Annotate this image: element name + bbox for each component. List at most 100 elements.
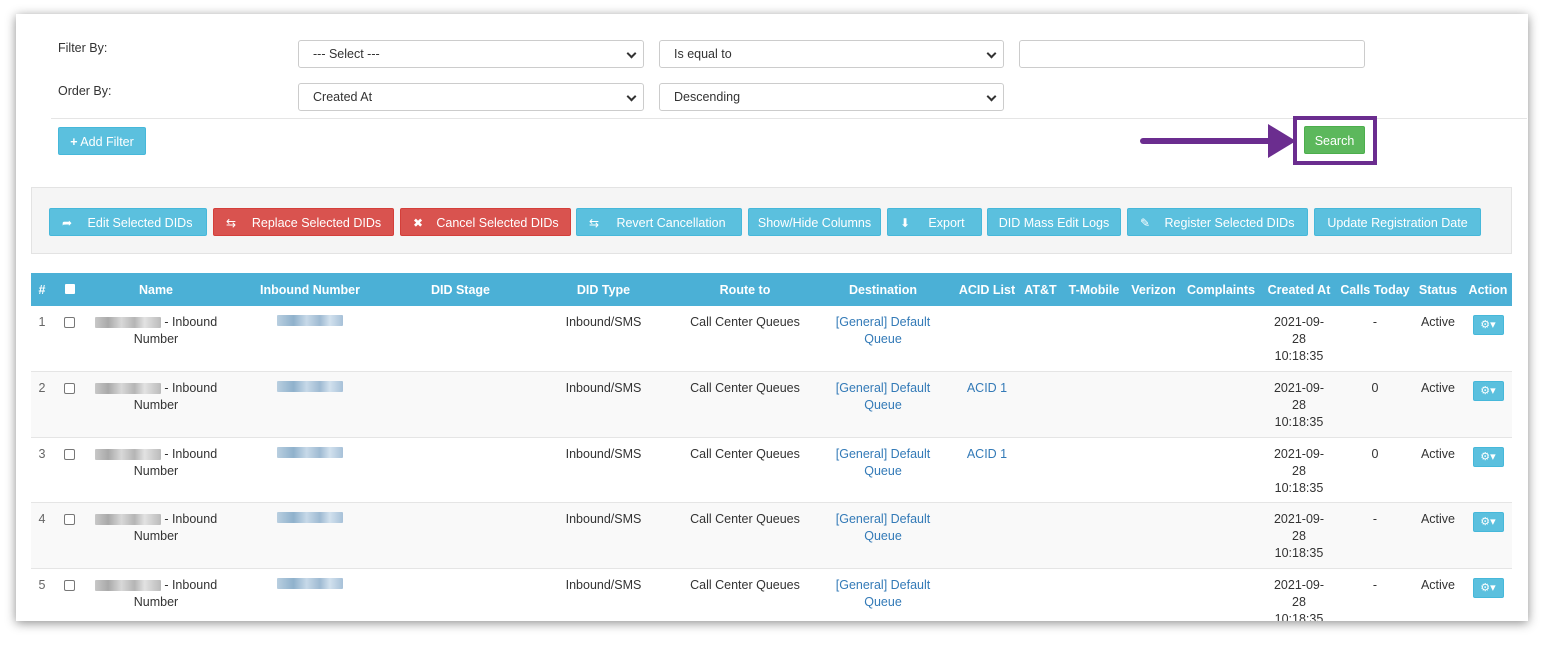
row-name: - Inbound Number	[86, 568, 226, 621]
row-action-button[interactable]: ⚙▾	[1472, 381, 1504, 401]
caret-down-icon: ▾	[1490, 319, 1496, 331]
row-inbound-number[interactable]	[226, 306, 394, 372]
filter-value-input[interactable]	[1019, 40, 1365, 68]
row-acid-list[interactable]	[956, 503, 1018, 569]
col-header-inbound-number[interactable]: Inbound Number	[226, 273, 394, 306]
filter-operator-select[interactable]: Is equal to	[659, 40, 1004, 68]
edit-selected-dids-button[interactable]: ➦ Edit Selected DIDs	[49, 208, 207, 236]
destination-link[interactable]: [General] Default Queue	[836, 447, 931, 478]
replace-selected-dids-button[interactable]: ⇆ Replace Selected DIDs	[213, 208, 394, 236]
table-row: 2 - Inbound Number Inbound/SMS Call Cente…	[31, 371, 1512, 438]
row-action[interactable]: ⚙▾	[1464, 503, 1512, 569]
col-header-select-all[interactable]	[53, 273, 86, 306]
col-header-status[interactable]: Status	[1412, 273, 1464, 306]
add-filter-button[interactable]: + Add Filter	[58, 127, 146, 155]
chevron-down-icon	[986, 91, 997, 102]
col-header-name[interactable]: Name	[86, 273, 226, 306]
row-tmobile	[1063, 306, 1125, 372]
replace-selected-dids-label: Replace Selected DIDs	[251, 216, 382, 230]
col-header-acid-list[interactable]: ACID List	[956, 273, 1018, 306]
row-checkbox[interactable]	[64, 448, 75, 460]
row-inbound-number[interactable]	[226, 437, 394, 503]
row-action-button[interactable]: ⚙▾	[1472, 577, 1504, 598]
destination-link[interactable]: [General] Default Queue	[836, 315, 931, 346]
acid-link[interactable]: ACID 1	[967, 447, 1007, 461]
col-header-calls-today[interactable]: Calls Today	[1338, 273, 1412, 306]
redacted-number[interactable]	[277, 381, 343, 392]
gear-icon: ⚙	[1480, 385, 1491, 397]
destination-link[interactable]: [General] Default Queue	[836, 578, 931, 609]
destination-link[interactable]: [General] Default Queue	[836, 381, 931, 412]
export-button[interactable]: ⬇ Export	[887, 208, 982, 236]
col-header-destination[interactable]: Destination	[810, 273, 956, 306]
row-select-cell[interactable]	[53, 306, 86, 372]
show-hide-columns-button[interactable]: Show/Hide Columns	[748, 208, 881, 236]
col-header-created-at[interactable]: Created At	[1260, 273, 1338, 306]
row-did-type: Inbound/SMS	[565, 512, 642, 526]
cancel-selected-dids-button[interactable]: ✖ Cancel Selected DIDs	[400, 208, 571, 236]
col-header-att[interactable]: AT&T	[1018, 273, 1063, 306]
col-header-complaints[interactable]: Complaints	[1182, 273, 1260, 306]
name-suffix: - Inbound	[164, 315, 218, 329]
row-acid-list[interactable]	[956, 568, 1018, 621]
col-header-tmobile[interactable]: T-Mobile	[1063, 273, 1125, 306]
row-inbound-number[interactable]	[226, 503, 394, 569]
col-header-route-to[interactable]: Route to	[680, 273, 810, 306]
row-calls-today: -	[1372, 512, 1378, 526]
row-action[interactable]: ⚙▾	[1464, 306, 1512, 372]
update-registration-date-button[interactable]: Update Registration Date	[1314, 208, 1481, 236]
col-header-did-stage[interactable]: DID Stage	[394, 273, 527, 306]
row-action[interactable]: ⚙▾	[1464, 437, 1512, 503]
row-action-button[interactable]: ⚙▾	[1472, 315, 1504, 335]
row-action-button[interactable]: ⚙▾	[1472, 446, 1504, 467]
row-destination[interactable]: [General] Default Queue	[810, 503, 956, 569]
filter-by-label: Filter By:	[58, 41, 108, 55]
redacted-name	[94, 579, 161, 591]
row-checkbox[interactable]	[64, 317, 75, 328]
did-mass-edit-logs-button[interactable]: DID Mass Edit Logs	[987, 208, 1121, 236]
redacted-number[interactable]	[277, 512, 343, 523]
row-checkbox[interactable]	[64, 579, 75, 591]
redacted-number[interactable]	[277, 577, 343, 589]
search-button[interactable]: Search	[1304, 126, 1365, 154]
row-action-button[interactable]: ⚙▾	[1472, 512, 1504, 532]
cancel-selected-dids-label: Cancel Selected DIDs	[436, 216, 559, 230]
export-label: Export	[928, 216, 965, 230]
redacted-number[interactable]	[277, 446, 343, 458]
row-action[interactable]: ⚙▾	[1464, 372, 1512, 438]
row-destination[interactable]: [General] Default Queue	[810, 437, 956, 503]
row-acid-list[interactable]	[956, 306, 1018, 372]
row-select-cell[interactable]	[53, 503, 86, 569]
row-select-cell[interactable]	[53, 372, 86, 438]
row-inbound-number[interactable]	[226, 568, 394, 621]
filter-field-select[interactable]: --- Select ---	[298, 40, 644, 68]
row-acid-list[interactable]: ACID 1	[956, 437, 1018, 503]
col-header-did-type[interactable]: DID Type	[527, 273, 680, 306]
revert-cancellation-button[interactable]: ⇆ Revert Cancellation	[576, 208, 742, 236]
row-att	[1018, 568, 1063, 621]
row-destination[interactable]: [General] Default Queue	[810, 568, 956, 621]
row-did-stage	[394, 306, 527, 372]
row-action[interactable]: ⚙▾	[1464, 568, 1512, 621]
col-header-verizon[interactable]: Verizon	[1125, 273, 1182, 306]
row-select-cell[interactable]	[53, 568, 86, 621]
acid-link[interactable]: ACID 1	[967, 381, 1007, 395]
row-destination[interactable]: [General] Default Queue	[810, 372, 956, 438]
register-selected-dids-button[interactable]: ✎ Register Selected DIDs	[1127, 208, 1308, 236]
row-destination[interactable]: [General] Default Queue	[810, 306, 956, 372]
order-field-select[interactable]: Created At	[298, 83, 644, 111]
row-inbound-number[interactable]	[226, 372, 394, 438]
table-row: 4 - Inbound Number Inbound/SMS Call Cente…	[31, 502, 1512, 569]
select-all-checkbox[interactable]	[64, 284, 75, 294]
row-did-stage	[394, 437, 527, 503]
order-direction-select[interactable]: Descending	[659, 83, 1004, 111]
row-acid-list[interactable]: ACID 1	[956, 372, 1018, 438]
redacted-number[interactable]	[277, 315, 343, 326]
row-index: 1	[38, 315, 46, 329]
register-selected-dids-label: Register Selected DIDs	[1164, 216, 1295, 230]
destination-link[interactable]: [General] Default Queue	[836, 512, 931, 543]
row-select-cell[interactable]	[53, 437, 86, 503]
row-checkbox[interactable]	[64, 383, 75, 394]
row-att	[1018, 503, 1063, 569]
row-checkbox[interactable]	[64, 514, 75, 525]
